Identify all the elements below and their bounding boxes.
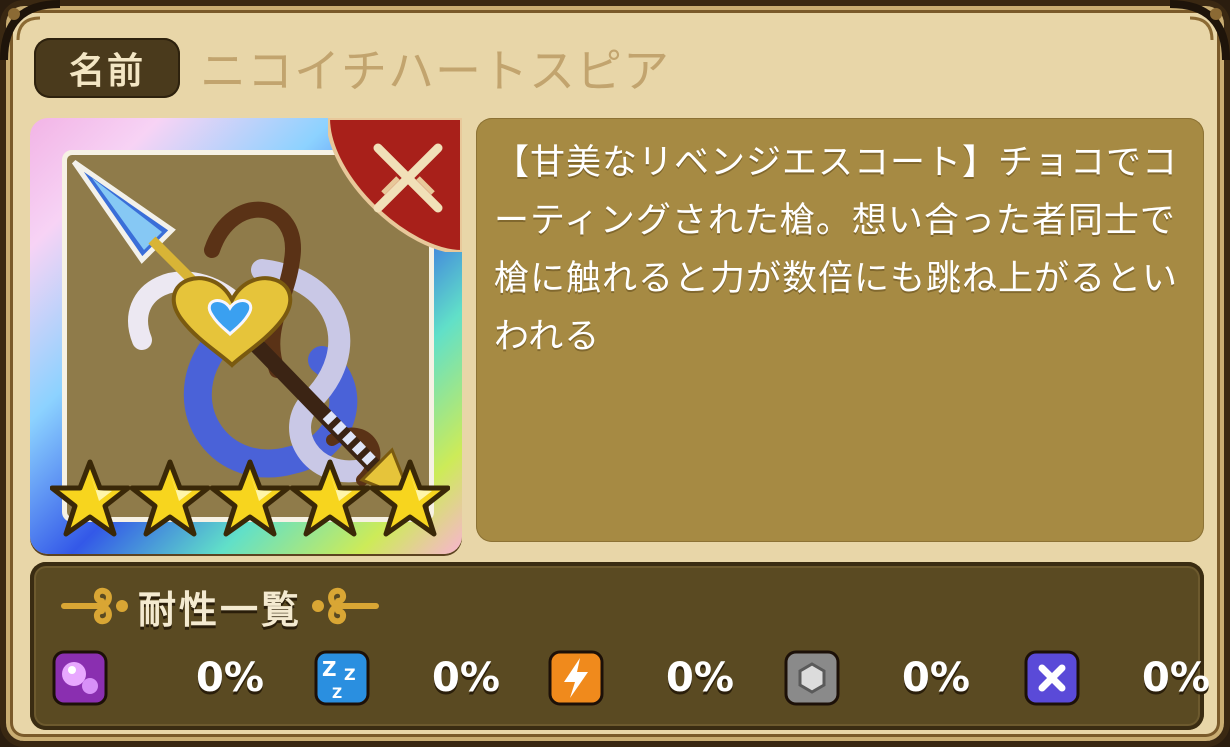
seal-resistance-value: 0% bbox=[1142, 655, 1210, 701]
star-icon bbox=[370, 459, 450, 537]
item-description: 【甘美なリベンジエスコート】チョコでコーティングされた槍。想い合った者同士で槍に… bbox=[494, 143, 1179, 357]
sleep-resistance-value: 0% bbox=[432, 655, 500, 701]
resistance-list: 0% Z Z Z 0% 0% 0% 0% bbox=[50, 650, 1210, 706]
item-name: ニコイチハートスピア bbox=[200, 44, 670, 98]
sleep-icon: Z Z Z bbox=[314, 650, 370, 706]
scroll-ornament-icon bbox=[61, 587, 128, 625]
star-icon bbox=[290, 459, 370, 537]
star-icon bbox=[210, 459, 290, 537]
corner-ornament bbox=[1169, 0, 1230, 61]
item-description-box: 【甘美なリベンジエスコート】チョコでコーティングされた槍。想い合った者同士で槍に… bbox=[476, 118, 1204, 542]
petrify-icon bbox=[784, 650, 840, 706]
resistance-panel: 耐性一覧 0% Z Z Z 0% 0% 0% 0% bbox=[30, 562, 1210, 730]
crossed-swords-icon bbox=[328, 118, 462, 252]
star-icon bbox=[130, 459, 210, 537]
svg-text:Z: Z bbox=[332, 686, 342, 702]
paralysis-resistance-value: 0% bbox=[666, 655, 734, 701]
svg-text:Z: Z bbox=[322, 657, 337, 681]
svg-text:Z: Z bbox=[344, 665, 356, 684]
seal-icon bbox=[1024, 650, 1080, 706]
paralysis-icon bbox=[548, 650, 604, 706]
item-icon-frame bbox=[30, 118, 462, 554]
poison-resistance-value: 0% bbox=[196, 655, 264, 701]
resistance-title: 耐性一覧 bbox=[138, 587, 303, 632]
scroll-ornament-icon bbox=[312, 587, 380, 625]
star-icon bbox=[50, 459, 130, 537]
poison-icon bbox=[52, 650, 108, 706]
petrify-resistance-value: 0% bbox=[902, 655, 970, 701]
rarity-stars bbox=[50, 458, 450, 548]
name-label: 名前 bbox=[34, 38, 180, 98]
resistance-header: 耐性一覧 bbox=[60, 576, 380, 636]
